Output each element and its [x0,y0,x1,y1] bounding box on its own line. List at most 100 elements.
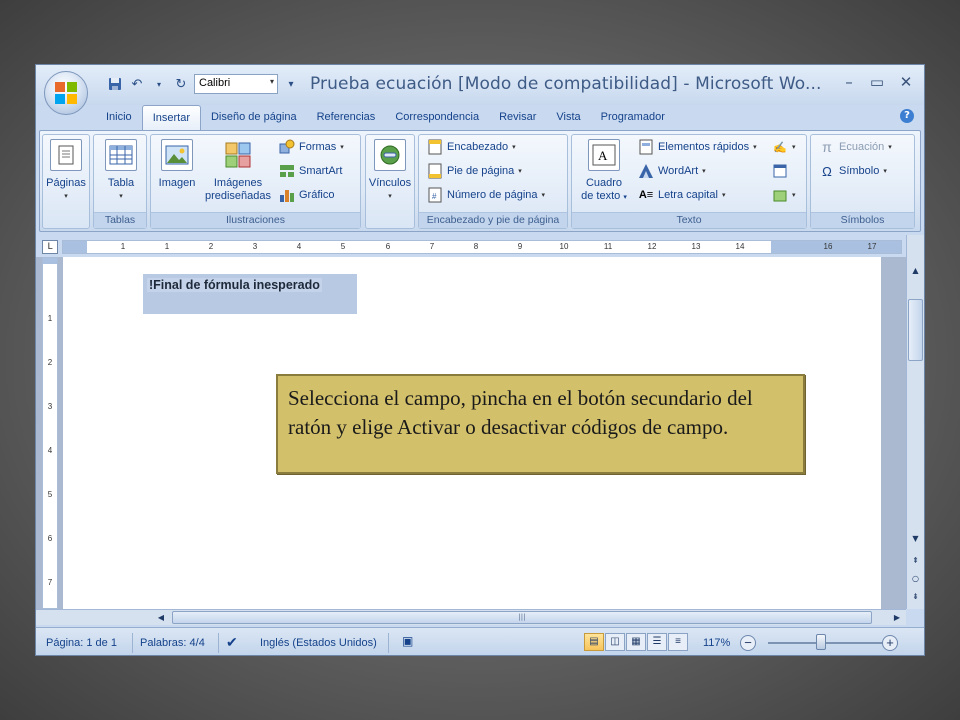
formas-button[interactable]: Formas ▾ [279,139,344,155]
undo-icon[interactable]: ↶ [128,75,146,93]
macro-record-icon[interactable]: ▣ [402,634,413,648]
vertical-scrollbar[interactable]: ▲ ▼ ⇞ ○ ⇟ [906,235,924,609]
horizontal-scroll-thumb[interactable]: ||| [172,611,872,624]
signature-line-button[interactable]: ✍ ▾ [772,139,795,155]
object-button[interactable]: ▾ [772,187,796,203]
help-icon[interactable]: ? [900,109,914,123]
paginas-button[interactable]: Páginas ▾ [46,139,86,203]
tab-programador[interactable]: Programador [591,105,675,131]
zoom-slider-thumb[interactable] [816,634,826,650]
drop-cap-icon: A≡ [638,189,654,201]
ruler-tick-label: 13 [691,242,701,251]
imagenes-prediseñadas-button[interactable]: Imágenes prediseñadas [203,139,273,203]
horizontal-scrollbar[interactable]: ◀ ||| ▶ [36,609,906,625]
chevron-down-icon: ▾ [269,77,274,86]
vertical-ruler[interactable]: 1 2 3 4 5 6 7 [42,257,58,609]
cuadro-label-1: Cuadro [585,177,623,189]
vertical-ruler-tick-label: 5 [47,490,53,499]
zoom-in-icon[interactable]: + [882,635,898,651]
office-button[interactable] [44,71,88,115]
maximize-icon[interactable]: ▭ [867,73,887,91]
tab-correspondencia[interactable]: Correspondencia [385,105,489,131]
vertical-ruler-tick-label: 4 [47,446,53,455]
select-browse-object-icon[interactable]: ○ [908,571,923,586]
next-page-icon[interactable]: ⇟ [908,589,923,604]
vertical-ruler-tick-label: 3 [47,402,53,411]
pi-icon: π [822,139,832,155]
chevron-down-icon: ▾ [721,192,726,199]
language-status[interactable]: Inglés (Estados Unidos) [260,637,377,649]
tab-inicio[interactable]: Inicio [96,105,142,131]
scroll-up-icon[interactable]: ▲ [908,263,923,278]
group-vinculos: Vínculos ▾ [365,134,415,229]
word-count-status[interactable]: Palabras: 4/4 [140,637,205,649]
minimize-icon[interactable]: – [839,73,859,91]
chevron-down-icon: ▾ [702,168,706,175]
tab-diseno[interactable]: Diseño de página [201,105,307,131]
ruler-tick-label: 4 [296,242,302,251]
ruler-tick-label: 1 [120,242,126,251]
vertical-ruler-tick-label: 1 [47,314,53,323]
group-paginas: Páginas ▾ [42,134,90,229]
redo-icon[interactable]: ↻ [172,75,190,93]
tabla-button[interactable]: Tabla ▾ [99,139,143,203]
page-count-status[interactable]: Página: 1 de 1 [46,637,117,649]
tab-vista[interactable]: Vista [546,105,590,131]
close-icon[interactable]: ✕ [896,73,916,91]
link-icon [374,139,406,171]
vertical-scroll-thumb[interactable] [908,299,923,361]
scroll-down-icon[interactable]: ▼ [908,531,923,546]
font-name-box[interactable]: Calibri ▾ [194,74,278,94]
encabezado-button[interactable]: Encabezado ▾ [427,139,516,155]
ruler-tick-label: 14 [735,242,745,251]
draft-view-icon[interactable]: ≡ [668,633,688,651]
letra-capital-button[interactable]: A≡ Letra capital ▾ [638,187,726,203]
tab-insertar[interactable]: Insertar [141,105,201,131]
smartart-button[interactable]: SmartArt [279,163,342,179]
zoom-slider-track[interactable] [768,642,892,644]
equation-field[interactable]: !Final de fórmula inesperado [143,274,357,314]
imagen-button[interactable]: Imagen [155,139,199,190]
scroll-right-icon[interactable]: ▶ [890,611,904,625]
numero-pagina-button[interactable]: # Número de página ▾ [427,187,545,203]
previous-page-icon[interactable]: ⇞ [908,553,923,568]
proofing-icon[interactable]: ✔ [226,634,238,651]
vertical-ruler-tick-label: 2 [47,358,53,367]
full-screen-reading-icon[interactable]: ◫ [605,633,625,651]
imagen-label: Imagen [158,177,196,189]
ruler-tick-label: 9 [517,242,523,251]
zoom-level[interactable]: 117% [703,637,730,649]
chart-icon [279,187,295,203]
tab-referencias[interactable]: Referencias [307,105,386,131]
customize-qat-icon[interactable]: ▾ [282,75,300,93]
simbolo-label: Símbolo [839,165,880,177]
date-time-button[interactable] [772,163,788,179]
header-icon [427,139,443,155]
vinculos-button[interactable]: Vínculos ▾ [368,139,412,203]
paginas-label: Páginas [46,177,86,189]
outline-view-icon[interactable]: ☰ [647,633,667,651]
elementos-rapidos-button[interactable]: Elementos rápidos ▾ [638,139,757,155]
horizontal-ruler[interactable]: 1 1 2 3 4 5 6 7 8 9 10 11 12 13 14 16 17 [62,240,902,254]
quick-parts-icon [638,139,654,155]
print-layout-icon[interactable]: ▤ [584,633,604,651]
undo-dropdown-icon[interactable]: ▾ [150,75,168,93]
smartart-label: SmartArt [299,165,343,177]
ecuacion-button[interactable]: π Ecuación ▾ [819,139,892,155]
tab-revisar[interactable]: Revisar [489,105,546,131]
simbolo-button[interactable]: Ω Símbolo ▾ [819,163,887,179]
view-buttons: ▤ ◫ ▦ ☰ ≡ [584,633,688,651]
zoom-out-icon[interactable]: − [740,635,756,651]
cuadro-texto-button[interactable]: A Cuadro de texto ▾ [576,139,632,204]
textbox-icon: A [588,139,620,171]
scroll-left-icon[interactable]: ◀ [154,611,168,625]
chevron-down-icon: ▾ [388,193,392,200]
pie-pagina-button[interactable]: Pie de página ▾ [427,163,522,179]
grafico-button[interactable]: Gráfico [279,187,334,203]
web-layout-icon[interactable]: ▦ [626,633,646,651]
svg-text:A: A [598,148,608,163]
tab-selector[interactable]: L [42,240,58,254]
wordart-button[interactable]: WordArt ▾ [638,163,706,179]
chevron-down-icon: ▾ [883,168,887,175]
save-icon[interactable] [106,75,124,93]
